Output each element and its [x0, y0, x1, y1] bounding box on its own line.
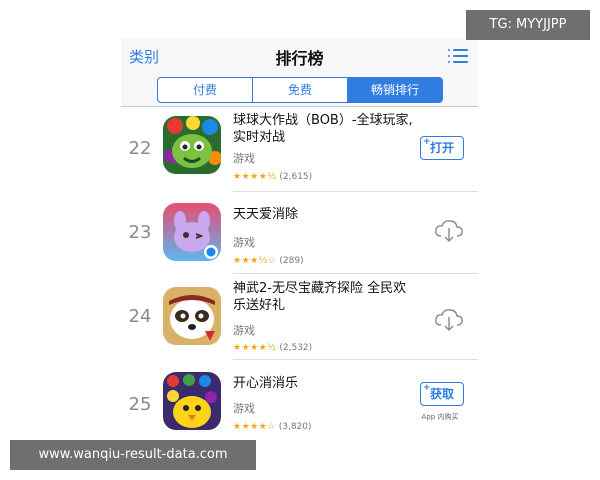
app-icon-bob[interactable]	[163, 116, 221, 174]
rating-count: (289)	[279, 256, 304, 266]
open-button[interactable]: + 打开	[420, 136, 464, 160]
rating-count: (2,532)	[279, 343, 313, 353]
rating: ★★★★☆ (3,820)	[233, 422, 312, 432]
app-store-screen: 类别 排行榜 付费 免费 畅销排行 22 球球大作战（BOB）-全球玩家,实时对…	[121, 38, 478, 468]
app-name[interactable]: 开心消消乐	[233, 375, 415, 392]
rating: ★★★½☆ (289)	[233, 256, 304, 266]
app-category: 游戏	[233, 152, 255, 165]
app-name[interactable]: 天天爱消除	[233, 206, 415, 223]
row-divider	[233, 191, 478, 192]
plus-icon: +	[423, 383, 431, 393]
app-name[interactable]: 神武2-无尽宝藏齐探险 全民欢乐送好礼	[233, 280, 415, 314]
app-category: 游戏	[233, 324, 255, 337]
app-icon-tiantian[interactable]	[163, 203, 221, 261]
app-name[interactable]: 球球大作战（BOB）-全球玩家,实时对战	[233, 112, 415, 146]
nav-bar: 类别 排行榜	[121, 38, 478, 75]
get-button-label: 获取	[429, 387, 454, 401]
page-title: 排行榜	[275, 49, 324, 68]
list-item[interactable]: 24 神武2-无尽宝藏齐探险 全民欢乐送好礼 游戏 ★★★★½ (2,532)	[121, 276, 478, 360]
rating-count: (3,820)	[278, 422, 312, 432]
rank-number: 23	[128, 222, 152, 243]
rating-stars: ★★★½☆	[233, 256, 277, 266]
app-icon-shenwu[interactable]	[163, 287, 221, 345]
cloud-download-icon[interactable]	[434, 218, 464, 244]
rating-stars: ★★★★½	[233, 172, 277, 182]
rating-count: (2,615)	[279, 172, 313, 182]
watermark-url: www.wanqiu-result-data.com	[10, 440, 256, 470]
rank-number: 22	[128, 138, 152, 159]
segment-paid[interactable]: 付费	[158, 78, 253, 102]
rating-stars: ★★★★½	[233, 343, 277, 353]
in-app-purchase-note: App 内购买	[421, 413, 459, 421]
rating-stars: ★★★★☆	[233, 422, 276, 432]
segment-top-grossing[interactable]: 畅销排行	[348, 78, 442, 102]
chart-segmented-control: 付费 免费 畅销排行	[157, 77, 443, 103]
row-divider	[233, 273, 478, 274]
app-category: 游戏	[233, 236, 255, 249]
app-category: 游戏	[233, 402, 255, 415]
cloud-download-icon[interactable]	[434, 307, 464, 333]
list-icon[interactable]	[448, 49, 468, 63]
segment-free[interactable]: 免费	[253, 78, 348, 102]
get-button[interactable]: + 获取	[420, 382, 464, 406]
open-button-label: 打开	[429, 141, 454, 155]
watermark-tg: TG: MYYJJPP	[466, 10, 590, 40]
rating: ★★★★½ (2,532)	[233, 343, 312, 353]
app-icon-kaixin[interactable]	[163, 372, 221, 430]
row-divider	[233, 359, 478, 360]
plus-icon: +	[423, 137, 431, 147]
list-item[interactable]: 22 球球大作战（BOB）-全球玩家,实时对战 游戏 ★★★★½ (2,615)…	[121, 110, 478, 192]
rating: ★★★★½ (2,615)	[233, 172, 312, 182]
segment-bar: 付费 免费 畅销排行	[121, 75, 478, 107]
list-item[interactable]: 23 天天爱消除 游戏 ★★★½☆ (289)	[121, 194, 478, 274]
rank-number: 25	[128, 394, 152, 415]
rank-number: 24	[128, 306, 152, 327]
